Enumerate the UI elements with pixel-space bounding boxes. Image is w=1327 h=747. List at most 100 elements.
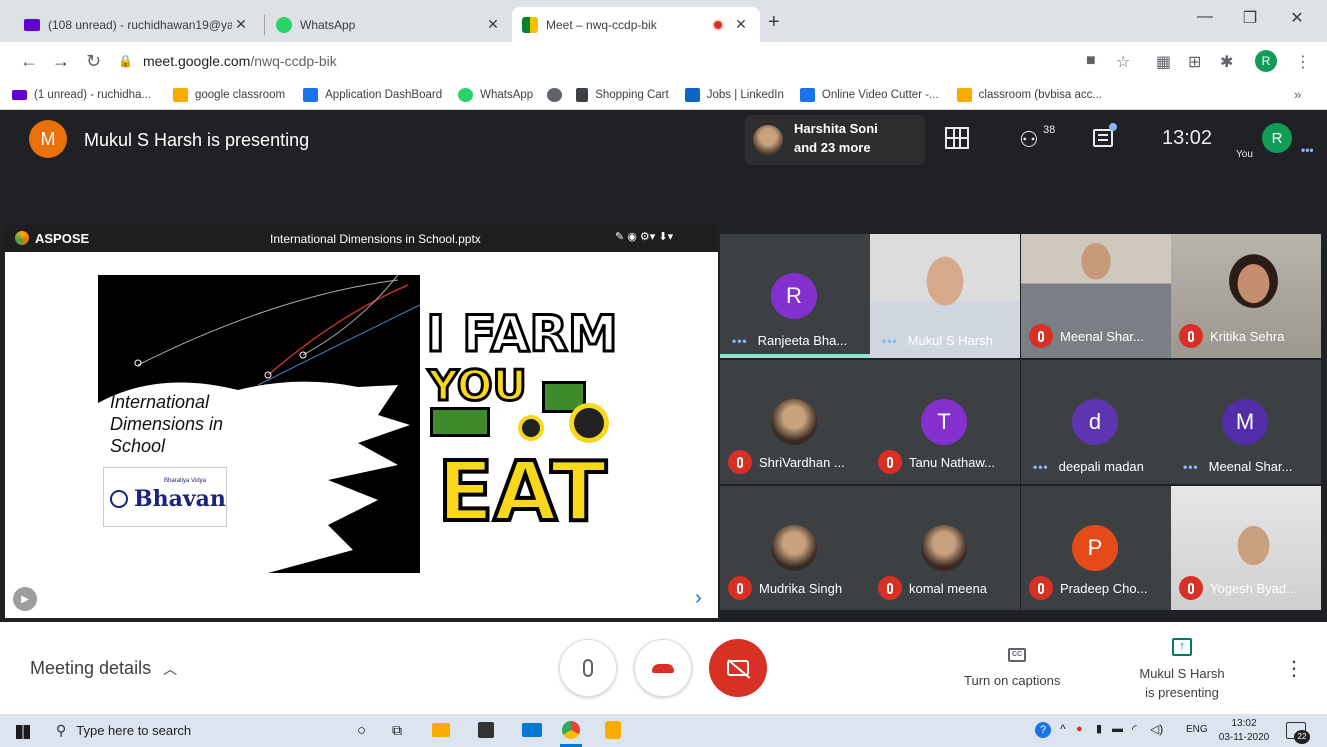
leave-call-button[interactable] (634, 639, 692, 697)
reload-icon[interactable]: ↻ (86, 51, 101, 72)
phone-hangup-icon (652, 663, 674, 673)
bookmarks-overflow-icon[interactable]: » (1294, 87, 1301, 102)
presenter-avatar: M (29, 120, 67, 158)
camera-icon[interactable]: ■ (1086, 52, 1096, 70)
help-icon[interactable]: ? (1035, 722, 1051, 738)
store-icon[interactable] (478, 722, 494, 738)
tray-mic-icon[interactable]: ▮ (1096, 722, 1102, 735)
bookmark-mail[interactable]: (1 unread) - ruchidha... (12, 89, 151, 101)
volume-icon[interactable]: ◁) (1150, 722, 1163, 736)
bookmark-classroom-bvbisa[interactable]: classroom (bvbisa acc... (956, 87, 1102, 102)
chrome-icon[interactable] (562, 721, 580, 739)
task-view-icon[interactable]: ⧉ (392, 722, 402, 739)
participant-name: Meenal Shar... (1208, 459, 1293, 474)
participant-tile[interactable]: komal meena (870, 486, 1020, 610)
file-explorer-icon[interactable] (432, 723, 450, 737)
participant-tile[interactable]: R ••• Ranjeeta Bha... (720, 234, 870, 358)
windows-start-icon[interactable] (16, 725, 30, 739)
restore-icon[interactable]: ❐ (1230, 8, 1270, 28)
sticky-notes-icon[interactable] (605, 721, 621, 739)
video-cutter-icon (799, 87, 815, 102)
tab-meet[interactable]: Meet – nwq-ccdp-bik ✕ (512, 7, 760, 42)
bookmark-video-cutter[interactable]: Online Video Cutter -... (799, 87, 939, 102)
chevron-up-icon: ︿ (163, 660, 178, 677)
microphone-button[interactable] (559, 639, 617, 697)
farm-poster: I FARM YOU EAT (420, 275, 624, 573)
participant-tile[interactable]: Yogesh Byad... (1171, 486, 1321, 610)
participant-name-row: ••• Mukul S Harsh (870, 333, 1020, 348)
bookmark-globe[interactable] (547, 87, 563, 102)
url-field[interactable]: 🔒 meet.google.com /nwq-ccdp-bik (118, 47, 1218, 75)
star-icon[interactable]: ☆ (1116, 52, 1130, 72)
bookmark-shopping-cart[interactable]: Shopping Cart (576, 87, 669, 102)
bookmark-whatsapp[interactable]: WhatsApp (458, 87, 533, 102)
participant-tile[interactable]: Mudrika Singh (720, 486, 870, 610)
meeting-details-button[interactable]: Meeting details ︿ (30, 658, 177, 679)
taskbar-search[interactable]: ⚲ Type here to search (46, 714, 346, 747)
present-icon[interactable]: ↑ (1172, 638, 1192, 656)
slide-tools-icon[interactable]: ✎ ◉ ⚙▾ ⬇▾ (615, 230, 673, 243)
preview-name: Harshita Soni (794, 121, 878, 136)
participant-tile[interactable]: T Tanu Nathaw... (870, 360, 1020, 484)
close-icon[interactable]: ✕ (484, 16, 502, 33)
outlook-icon[interactable] (522, 723, 542, 737)
people-icon[interactable]: ⚇ (1019, 127, 1039, 153)
cortana-icon[interactable]: ○ (357, 722, 366, 739)
chat-icon[interactable] (1093, 123, 1117, 147)
layout-icon[interactable] (945, 127, 969, 149)
bhavan-logo: Bharatiya Vidya Bhavan (103, 467, 227, 527)
forward-icon[interactable]: → (52, 51, 70, 72)
participant-tile[interactable]: M ••• Meenal Shar... (1171, 360, 1321, 484)
participant-tile[interactable]: d ••• deepali madan (1021, 360, 1171, 484)
participants-preview[interactable]: Harshita Soni and 23 more (745, 115, 925, 165)
close-icon[interactable]: ✕ (232, 16, 250, 33)
bookmark-classroom[interactable]: google classroom (172, 87, 285, 102)
tray-chevron-icon[interactable]: ^ (1060, 722, 1066, 736)
tab-whatsapp[interactable]: WhatsApp ✕ (266, 7, 512, 42)
minimize-icon[interactable]: — (1185, 8, 1225, 26)
profile-avatar[interactable]: R (1255, 50, 1277, 72)
play-icon[interactable]: ▶ (13, 587, 37, 611)
wifi-icon[interactable]: ◜ (1132, 722, 1137, 736)
mic-muted-icon (1179, 324, 1203, 348)
next-slide-icon[interactable]: › (695, 587, 702, 610)
participant-tile[interactable]: ••• Mukul S Harsh (870, 234, 1020, 358)
presenting-status[interactable]: Mukul S Harsh is presenting (1130, 664, 1234, 702)
meet-icon (522, 16, 538, 33)
tab-mail[interactable]: (108 unread) - ruchidhawan19@yah ✕ (14, 7, 260, 42)
captions-icon: CC (1008, 648, 1026, 662)
poster-line1: I FARM (425, 304, 619, 365)
self-more-icon[interactable]: ••• (1301, 143, 1314, 157)
participant-tile[interactable]: P Pradeep Cho... (1021, 486, 1171, 610)
linkedin-icon (684, 87, 700, 102)
bookmark-linkedin[interactable]: Jobs | LinkedIn (684, 87, 784, 102)
participant-name-row: Yogesh Byad... (1171, 576, 1321, 600)
audio-level-icon: ••• (732, 333, 748, 348)
more-options-icon[interactable]: ⋮ (1284, 656, 1304, 681)
puzzle-icon[interactable]: ✱ (1220, 52, 1233, 72)
bookmark-dashboard[interactable]: Application DashBoard (303, 87, 442, 102)
menu-icon[interactable]: ⋮ (1295, 52, 1311, 72)
new-tab-button[interactable]: + (768, 11, 780, 34)
captions-button[interactable]: Turn on captions (964, 673, 1060, 688)
extension-icon[interactable]: ▦ (1156, 52, 1171, 72)
participant-avatar: M (1222, 399, 1268, 445)
poster-line2: YOU (427, 360, 529, 412)
meet-clock: 13:02 (1162, 127, 1213, 149)
dashboard-icon (303, 87, 319, 102)
slide-left-panel: International Dimensions in School Bhara… (98, 275, 420, 573)
close-window-icon[interactable]: ✕ (1277, 8, 1317, 28)
tray-app-icon[interactable]: ● (1076, 723, 1083, 735)
battery-icon[interactable]: ▬ (1112, 723, 1123, 735)
notification-count: 22 (1294, 730, 1310, 744)
taskbar-clock[interactable]: 13:02 03-11-2020 (1214, 717, 1274, 745)
camera-button[interactable] (709, 639, 767, 697)
close-icon[interactable]: ✕ (732, 16, 750, 33)
grid-extension-icon[interactable]: ⊞ (1188, 52, 1201, 72)
language-indicator[interactable]: ENG (1186, 724, 1208, 735)
participant-tile[interactable]: Meenal Shar... (1021, 234, 1171, 358)
participant-count: 38 (1043, 124, 1056, 136)
participant-tile[interactable]: ShriVardhan ... (720, 360, 870, 484)
back-icon[interactable]: ← (20, 51, 38, 72)
participant-tile[interactable]: Kritika Sehra (1171, 234, 1321, 358)
